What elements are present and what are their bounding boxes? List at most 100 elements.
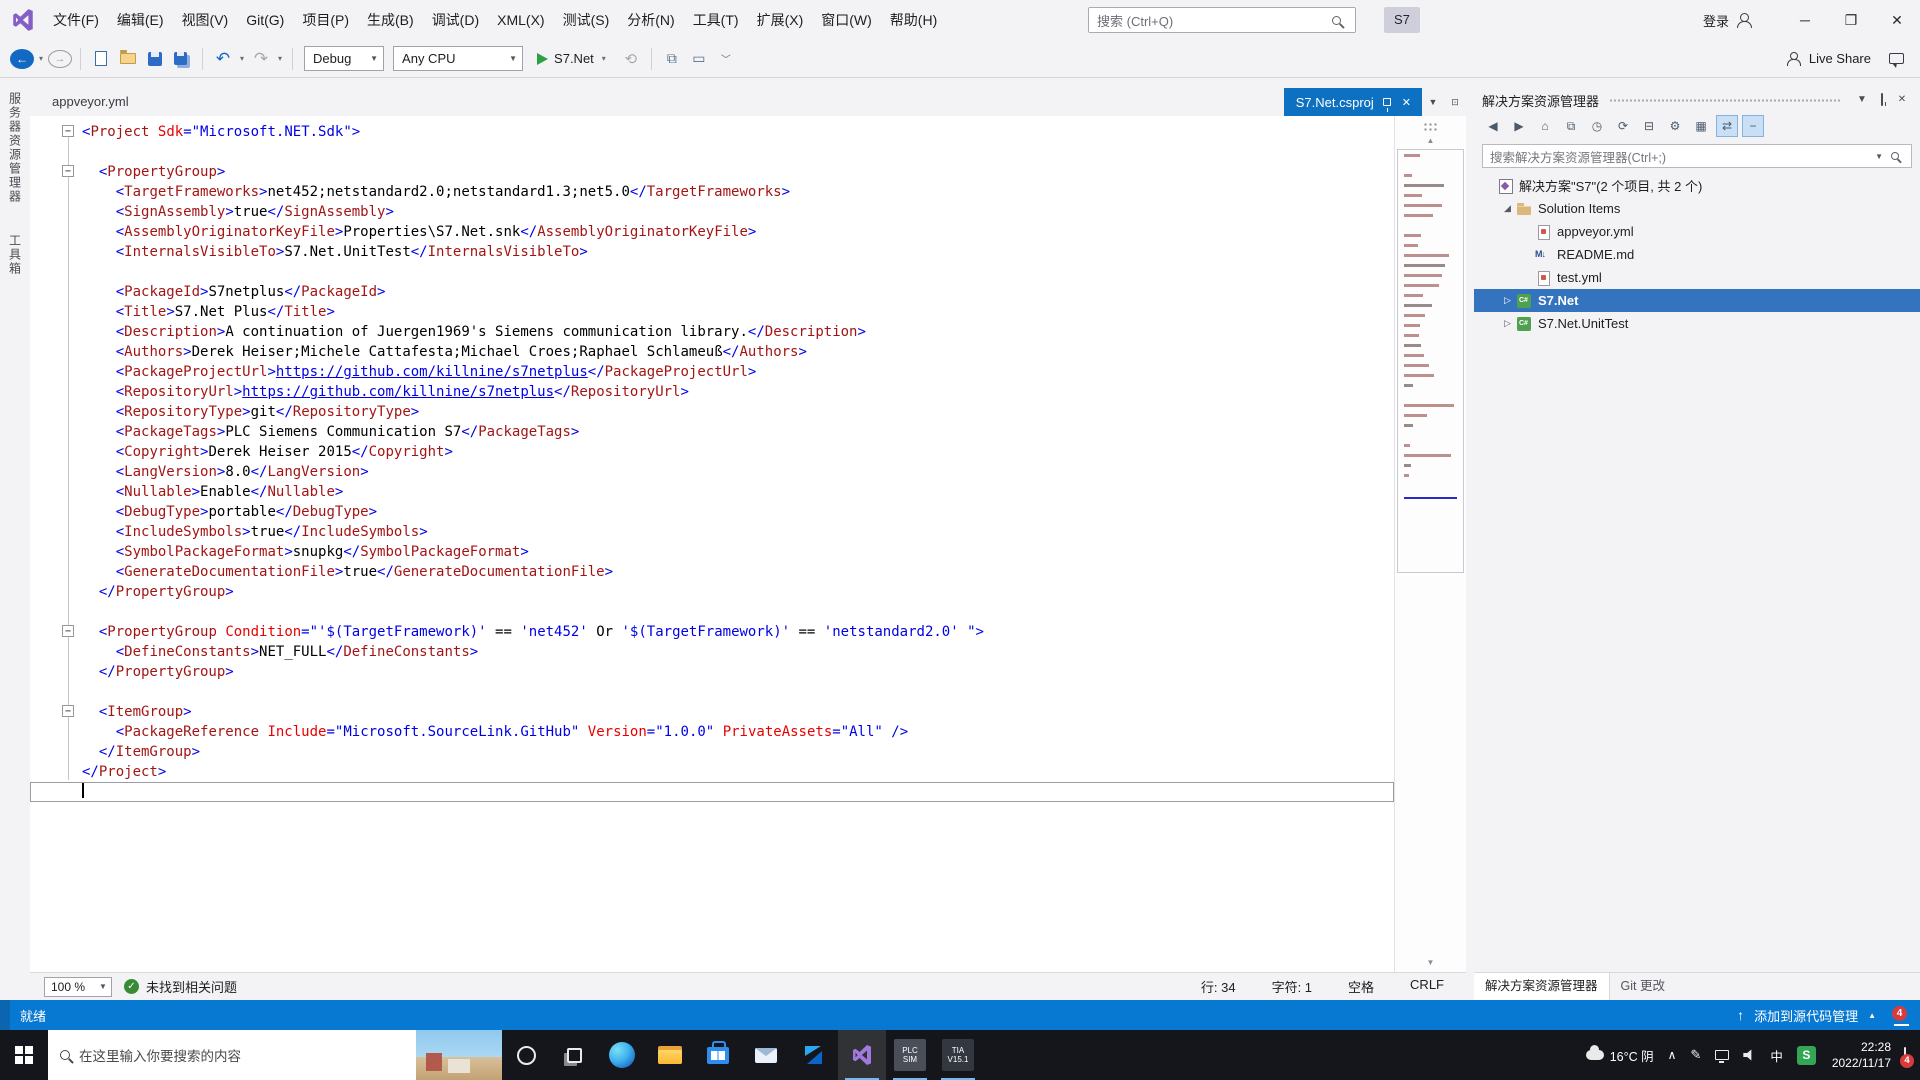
edge-taskbar-button[interactable] (598, 1030, 646, 1080)
close-panel-icon[interactable]: ✕ (1892, 90, 1912, 110)
store-taskbar-button[interactable] (694, 1030, 742, 1080)
tree-item-readme-md[interactable]: README.md (1474, 243, 1920, 266)
collapsed-arrow-icon[interactable]: ▷ (1499, 318, 1516, 329)
forward-icon[interactable]: ▶ (1508, 115, 1530, 137)
start-debugging-button[interactable]: S7.Net ▾ (529, 46, 616, 72)
zoom-dropdown[interactable]: 100 % ▼ (44, 977, 112, 997)
chevron-up-icon[interactable]: ▲ (1868, 1011, 1876, 1020)
menu-item-1[interactable]: 编辑(E) (108, 0, 173, 40)
menu-item-7[interactable]: XML(X) (488, 0, 553, 40)
menu-item-0[interactable]: 文件(F) (44, 0, 108, 40)
menu-item-5[interactable]: 生成(B) (358, 0, 423, 40)
code-line-33[interactable]: </Project> (30, 762, 1394, 782)
code-line-2[interactable] (30, 142, 1394, 162)
window-position-icon[interactable]: ▼ (1852, 90, 1872, 110)
tree-item-s7-net-unittest[interactable]: ▷S7.Net.UnitTest (1474, 312, 1920, 335)
code-line-20[interactable]: <DebugType>portable</DebugType> (30, 502, 1394, 522)
editor-scrollbar-map[interactable]: ▲ ▼ (1394, 116, 1466, 972)
undo-button[interactable] (211, 46, 235, 72)
toolbar-overflow-button[interactable] (714, 46, 738, 72)
chevron-down-icon[interactable]: ▼ (1875, 152, 1883, 161)
code-area[interactable]: −<Project Sdk="Microsoft.NET.Sdk"> − <Pro… (30, 116, 1394, 972)
plcsim-taskbar-button[interactable]: PLC SIM (886, 1030, 934, 1080)
editor[interactable]: −<Project Sdk="Microsoft.NET.Sdk"> − <Pro… (30, 116, 1466, 972)
code-line-11[interactable]: <Description>A continuation of Juergen19… (30, 322, 1394, 342)
navigate-forward-button[interactable] (48, 50, 72, 68)
tab-s7net-csproj[interactable]: S7.Net.csproj ✕ (1284, 88, 1422, 116)
menu-item-13[interactable]: 帮助(H) (881, 0, 946, 40)
hot-reload-button[interactable] (619, 46, 643, 72)
new-file-button[interactable] (89, 46, 113, 72)
clock[interactable]: 22:28 2022/11/17 (1823, 1039, 1900, 1071)
tree-item-s7-net[interactable]: ▷S7.Net (1474, 289, 1920, 312)
cortana-button[interactable] (502, 1030, 550, 1080)
pending-changes-icon[interactable]: ◷ (1586, 115, 1608, 137)
add-to-source-control-button[interactable]: 添加到源代码管理 (1754, 1006, 1858, 1025)
ime-mode-button[interactable]: 中 (1763, 1030, 1790, 1080)
menu-item-8[interactable]: 测试(S) (554, 0, 619, 40)
eol-indicator[interactable]: CRLF (1410, 977, 1444, 996)
menu-item-11[interactable]: 扩展(X) (748, 0, 813, 40)
app-taskbar-button[interactable] (790, 1030, 838, 1080)
tia-portal-taskbar-button[interactable]: TIA V15.1 (934, 1030, 982, 1080)
maximize-button[interactable]: ❐ (1828, 0, 1874, 40)
code-line-19[interactable]: <Nullable>Enable</Nullable> (30, 482, 1394, 502)
menu-item-6[interactable]: 调试(D) (423, 0, 488, 40)
platform-dropdown[interactable]: Any CPU ▼ (393, 46, 523, 71)
preview-selected-icon[interactable]: − (1742, 115, 1764, 137)
sync-with-active-icon[interactable]: ⇄ (1716, 115, 1738, 137)
code-line-31[interactable]: <PackageReference Include="Microsoft.Sou… (30, 722, 1394, 742)
code-line-29[interactable] (30, 682, 1394, 702)
attach-to-process-button[interactable] (660, 46, 684, 72)
navigate-back-button[interactable] (10, 49, 34, 69)
drag-grip[interactable] (1609, 98, 1842, 103)
configuration-dropdown[interactable]: Debug ▼ (304, 46, 384, 71)
code-line-32[interactable]: </ItemGroup> (30, 742, 1394, 762)
minimize-button[interactable]: ─ (1782, 0, 1828, 40)
feedback-icon[interactable] (1889, 53, 1904, 64)
code-line-26[interactable]: − <PropertyGroup Condition="'$(TargetFra… (30, 622, 1394, 642)
tab-list-dropdown-icon[interactable]: ▼ (1422, 88, 1444, 116)
code-line-7[interactable]: <InternalsVisibleTo>S7.Net.UnitTest</Int… (30, 242, 1394, 262)
spaces-indicator[interactable]: 空格 (1348, 977, 1374, 996)
weather-tray-item[interactable]: 16°C 阴 (1579, 1030, 1661, 1080)
undo-dropdown-icon[interactable]: ▾ (240, 54, 244, 63)
sogou-input-button[interactable]: S (1790, 1030, 1823, 1080)
splitter-handle-icon[interactable] (1423, 122, 1438, 132)
expanded-arrow-icon[interactable]: ◢ (1499, 203, 1516, 214)
news-interests-widget[interactable] (416, 1030, 502, 1080)
pen-tray-button[interactable] (1683, 1030, 1708, 1080)
close-button[interactable]: ✕ (1874, 0, 1920, 40)
menu-item-3[interactable]: Git(G) (237, 0, 293, 40)
refresh-icon[interactable]: ⟳ (1612, 115, 1634, 137)
solution-search-box[interactable]: 搜索解决方案资源管理器(Ctrl+;) ▼ (1482, 144, 1912, 168)
code-line-1[interactable]: −<Project Sdk="Microsoft.NET.Sdk"> (30, 122, 1394, 142)
network-tray-button[interactable] (1708, 1030, 1736, 1080)
redo-button[interactable] (249, 46, 273, 72)
keep-open-pin-icon[interactable] (1383, 98, 1391, 106)
back-icon[interactable]: ◀ (1482, 115, 1504, 137)
scroll-up-icon[interactable]: ▲ (1427, 136, 1435, 145)
sign-in-button[interactable]: 登录 (1703, 11, 1752, 30)
panel-splitter[interactable] (1466, 78, 1474, 1000)
fold-toggle-icon[interactable]: − (62, 705, 74, 717)
code-line-28[interactable]: </PropertyGroup> (30, 662, 1394, 682)
menu-item-4[interactable]: 项目(P) (293, 0, 358, 40)
navigate-back-dropdown-icon[interactable]: ▾ (39, 54, 43, 63)
code-line-5[interactable]: <SignAssembly>true</SignAssembly> (30, 202, 1394, 222)
line-indicator[interactable]: 行: 34 (1201, 977, 1236, 996)
redo-dropdown-icon[interactable]: ▾ (278, 54, 282, 63)
task-view-button[interactable] (550, 1030, 598, 1080)
switch-views-icon[interactable]: ⧉ (1560, 115, 1582, 137)
tab-server-explorer[interactable]: 服务器资源管理器 (7, 92, 24, 204)
tree-item-solution[interactable]: 解决方案"S7"(2 个项目, 共 2 个) (1474, 174, 1920, 197)
code-line-3[interactable]: − <PropertyGroup> (30, 162, 1394, 182)
fold-toggle-icon[interactable]: − (62, 125, 74, 137)
code-line-13[interactable]: <PackageProjectUrl>https://github.com/ki… (30, 362, 1394, 382)
live-share-label[interactable]: Live Share (1809, 51, 1871, 66)
volume-tray-button[interactable] (1736, 1030, 1763, 1080)
action-center-button[interactable]: 4 (1904, 1048, 1906, 1063)
quick-search-box[interactable]: 搜索 (Ctrl+Q) (1088, 7, 1356, 33)
tree-item-test-yml[interactable]: test.yml (1474, 266, 1920, 289)
tab-appveyor-yml[interactable]: appveyor.yml (40, 88, 141, 116)
